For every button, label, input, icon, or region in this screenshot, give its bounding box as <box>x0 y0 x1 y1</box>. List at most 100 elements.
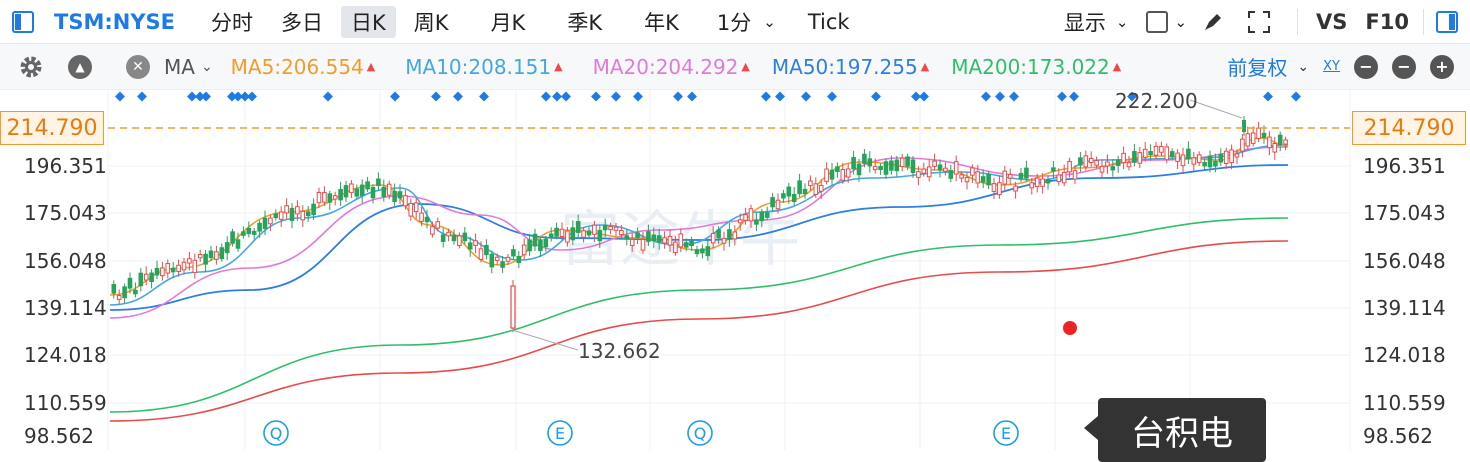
candle-body <box>716 229 721 239</box>
tab-duori[interactable]: 多日 <box>271 0 333 44</box>
ma200-label: MA200:173.022 <box>951 54 1110 79</box>
tab-day-k[interactable]: 日K <box>341 5 396 38</box>
candle-body <box>694 249 700 255</box>
tab-1min[interactable]: 1分 ⌄ <box>707 0 786 44</box>
candle-body <box>235 239 241 249</box>
tab-week-k[interactable]: 周K <box>404 0 459 44</box>
tab-month-k[interactable]: 月K <box>481 0 536 44</box>
ma50-label: MA50:197.255 <box>771 54 918 79</box>
y-tick-left: 110.559 <box>24 391 107 415</box>
candle-body <box>570 227 576 241</box>
tab-fenshi[interactable]: 分时 <box>201 0 263 44</box>
candle-body <box>997 182 1002 196</box>
signal-diamond <box>453 91 463 102</box>
candle-body <box>1072 170 1078 180</box>
candle-body <box>948 170 954 179</box>
candle-body <box>1088 157 1094 164</box>
collapse-up-icon[interactable]: ▲ <box>62 54 98 79</box>
f10-button[interactable]: F10 <box>1365 0 1409 44</box>
gear-icon[interactable] <box>0 55 62 79</box>
candle-body <box>1207 155 1213 168</box>
symbol-label[interactable]: TSM:NYSE <box>54 0 175 44</box>
signal-diamond <box>201 91 211 102</box>
fullscreen-icon[interactable] <box>1247 0 1271 44</box>
candle-body <box>149 272 154 283</box>
kline-chart[interactable]: 富途牛牛 222.200 132.662 QEQEQ 214.790 214.7… <box>0 90 1470 462</box>
minus-icon[interactable]: − <box>1392 54 1416 79</box>
candle-body <box>127 277 133 289</box>
ma-dropdown[interactable]: MA ⌄ <box>164 55 213 79</box>
candle-body <box>538 239 543 252</box>
candle-body <box>230 231 235 244</box>
signal-diamond <box>995 91 1005 102</box>
candle-body <box>700 248 705 254</box>
candle-body <box>478 248 484 260</box>
candle-body <box>883 161 889 175</box>
draw-pen-icon[interactable] <box>1201 0 1225 44</box>
candle-body <box>970 167 975 176</box>
chart-style-dropdown[interactable]: ⌄ <box>1146 0 1187 44</box>
display-label: 显示 <box>1063 10 1106 35</box>
candle-body <box>673 241 678 254</box>
sidebar-toggle-icon[interactable] <box>0 10 46 34</box>
signal-diamond <box>323 91 333 102</box>
candle-body <box>592 224 597 235</box>
candle-body <box>133 289 138 295</box>
candle-body <box>548 233 554 238</box>
vs-button[interactable]: VS <box>1316 0 1347 44</box>
candle-body <box>511 249 516 257</box>
candle-body <box>1132 150 1137 163</box>
display-dropdown[interactable]: 显示 ⌄ <box>1064 0 1129 44</box>
candle-body <box>381 186 387 198</box>
candle-body <box>959 174 964 179</box>
zoom-out-icon[interactable]: − <box>1354 54 1378 79</box>
candle-body <box>532 233 538 247</box>
candle-body <box>689 240 694 247</box>
high-price-label: 222.200 <box>1115 90 1198 113</box>
candle-body <box>332 195 338 200</box>
candle-body <box>262 217 268 230</box>
signal-diamond <box>115 91 125 102</box>
candle-body <box>964 177 970 183</box>
candle-body <box>1034 177 1040 187</box>
candle-body <box>1229 149 1234 164</box>
candle-body <box>1002 170 1008 185</box>
up-triangle-icon: ▲ <box>366 60 376 73</box>
candle-body <box>1105 161 1110 167</box>
candle-body <box>273 213 279 219</box>
ma10-label: MA10:208.151 <box>405 54 552 79</box>
candle-body <box>521 244 527 256</box>
adjust-dropdown[interactable]: 前复权 ⌄ <box>1227 52 1309 81</box>
xy-axis-icon[interactable]: XY <box>1323 59 1340 74</box>
candle-body <box>554 227 559 237</box>
zoom-in-icon[interactable]: + <box>1430 54 1454 79</box>
candle-body <box>489 253 495 268</box>
right-panel-toggle-icon[interactable] <box>1424 10 1470 34</box>
candle-body <box>926 166 932 178</box>
candle-body <box>165 263 171 274</box>
candle-body <box>170 267 176 273</box>
close-indicator-icon[interactable]: ✕ <box>98 54 150 79</box>
y-tick-left: 124.018 <box>24 343 107 367</box>
candle-body <box>651 234 657 242</box>
candle-body <box>781 193 786 199</box>
candle-body <box>1240 138 1245 152</box>
candle-body <box>975 171 981 184</box>
y-tick-left: 139.114 <box>24 296 107 320</box>
candle-body <box>1164 146 1170 161</box>
candle-body <box>575 221 581 233</box>
chevron-down-icon: ⌄ <box>200 58 213 75</box>
candle-body <box>473 240 478 246</box>
candle-body <box>991 183 997 192</box>
signal-diamond <box>633 91 643 102</box>
tab-tick[interactable]: Tick <box>798 0 860 44</box>
candle-body <box>775 199 781 210</box>
candle-body <box>889 160 894 171</box>
candle-body <box>1245 133 1251 147</box>
candle-body <box>241 231 246 236</box>
candle-body <box>327 193 333 203</box>
tab-year-k[interactable]: 年K <box>634 0 689 44</box>
candle-body <box>705 246 711 257</box>
tab-quarter-k[interactable]: 季K <box>557 0 612 44</box>
signal-diamond <box>431 91 441 102</box>
